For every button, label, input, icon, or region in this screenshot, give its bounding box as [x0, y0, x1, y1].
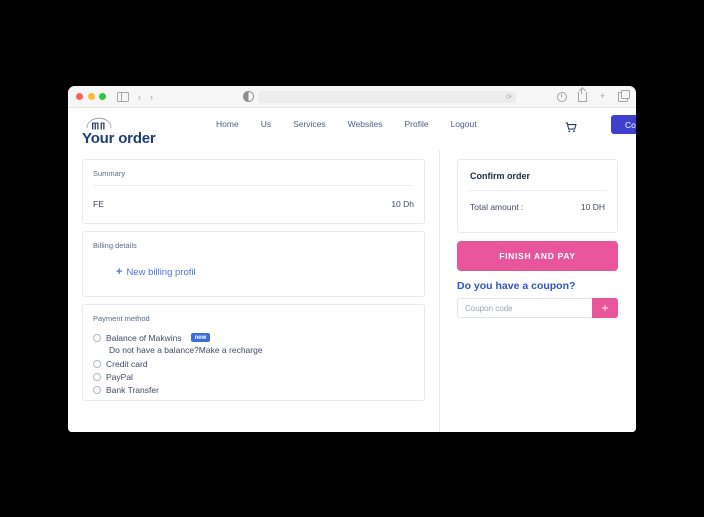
radio-icon[interactable] [93, 372, 101, 381]
site-header: Your order Home Us Services Websites Pro… [68, 108, 636, 150]
summary-item-name: FE [93, 199, 104, 209]
new-billing-profile-label: New billing profil [126, 267, 196, 278]
billing-label: Billing details [93, 241, 137, 250]
coupon-heading: Do you have a coupon? [457, 280, 576, 292]
new-billing-profile-button[interactable]: + New billing profil [116, 266, 196, 279]
shopping-cart-icon[interactable] [565, 120, 577, 133]
address-bar[interactable]: ⟳ [258, 90, 516, 103]
browser-window: ‹ › ⟳ + Your order Home Us Services Webs… [68, 86, 636, 432]
radio-icon[interactable] [93, 385, 101, 394]
window-controls[interactable] [76, 93, 106, 100]
payment-method-label: Payment method [93, 314, 150, 323]
confirm-order-title: Confirm order [470, 171, 531, 181]
minimize-window-button[interactable] [87, 93, 95, 100]
web-page: Your order Home Us Services Websites Pro… [68, 108, 636, 432]
order-body: Summary FE 10 Dh Billing details + New b… [68, 150, 636, 432]
finish-and-pay-button[interactable]: FINISH AND PAY [457, 241, 618, 271]
recharge-link[interactable]: Do not have a balance?Make a recharge [93, 344, 414, 357]
share-icon[interactable] [578, 87, 587, 102]
nav-item-profile[interactable]: Profile [393, 119, 439, 129]
payment-option-label: Credit card [106, 358, 148, 369]
payment-options-list: Balance of Makwins new Do not have a bal… [83, 330, 424, 396]
radio-icon[interactable] [93, 333, 101, 342]
summary-card: Summary FE 10 Dh [82, 159, 425, 224]
payment-option-label: Bank Transfer [106, 384, 159, 395]
screenshot-root: ‹ › ⟳ + Your order Home Us Services Webs… [0, 0, 704, 517]
forward-icon[interactable]: › [150, 92, 153, 102]
confirm-order-card: Confirm order Total amount : 10 DH [457, 159, 618, 233]
nav-item-logout[interactable]: Logout [440, 119, 488, 129]
apply-coupon-button[interactable]: + [592, 298, 618, 318]
billing-card: Billing details + New billing profil [82, 231, 425, 297]
privacy-report-icon[interactable] [557, 91, 567, 102]
page-title: Your order [82, 130, 156, 147]
tab-overview-icon[interactable] [618, 90, 630, 102]
summary-label: Summary [93, 169, 126, 178]
sidebar-toggle-icon[interactable] [117, 91, 129, 102]
coupon-code-input[interactable] [457, 298, 592, 318]
payment-method-card: Payment method Balance of Makwins new Do… [82, 304, 425, 401]
payment-option-credit-card[interactable]: Credit card [93, 357, 414, 370]
nav-item-services[interactable]: Services [282, 119, 337, 129]
payment-option-balance[interactable]: Balance of Makwins new [93, 331, 414, 344]
nav-item-websites[interactable]: Websites [337, 119, 394, 129]
close-window-button[interactable] [76, 93, 83, 100]
payment-option-bank-transfer[interactable]: Bank Transfer [93, 383, 414, 396]
order-right-column: Confirm order Total amount : 10 DH FINIS… [440, 150, 636, 432]
nav-item-us[interactable]: Us [250, 119, 282, 129]
toolbar-right-icons: + [557, 87, 630, 102]
contact-us-button[interactable]: Contact Us [611, 115, 636, 134]
maximize-window-button[interactable] [99, 93, 106, 100]
status-badge-new: new [190, 333, 211, 342]
summary-item-row: FE 10 Dh [83, 186, 424, 223]
navigation-arrows[interactable]: ‹ › [138, 92, 153, 102]
main-navigation: Home Us Services Websites Profile Logout [205, 119, 488, 129]
plus-icon: + [116, 266, 123, 278]
total-amount-value: 10 DH [580, 202, 605, 212]
payment-option-label: Balance of Makwins [106, 332, 182, 343]
payment-option-label: PayPal [106, 371, 133, 382]
coupon-form: + [457, 298, 618, 318]
summary-item-price: 10 Dh [391, 199, 414, 209]
total-amount-row: Total amount : 10 DH [458, 191, 617, 213]
back-icon[interactable]: ‹ [138, 92, 141, 102]
reload-icon[interactable]: ⟳ [506, 93, 512, 101]
radio-icon[interactable] [93, 359, 101, 368]
new-tab-icon[interactable]: + [598, 92, 607, 101]
browser-toolbar: ‹ › ⟳ + [68, 86, 636, 108]
total-amount-label: Total amount : [470, 202, 524, 212]
nav-item-home[interactable]: Home [205, 119, 250, 129]
order-left-column: Summary FE 10 Dh Billing details + New b… [68, 150, 440, 432]
payment-option-paypal[interactable]: PayPal [93, 370, 414, 383]
reader-mode-icon[interactable] [243, 91, 254, 102]
